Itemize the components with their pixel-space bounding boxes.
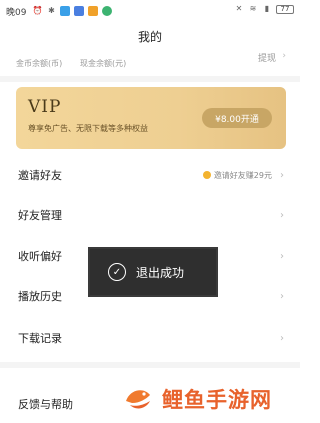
balance-row: 金币余额(币) 现金余额(元) 提现 › <box>0 48 300 72</box>
vip-description: 尊享免广告、无限下载等多种权益 <box>28 124 148 133</box>
coin-icon <box>202 171 211 179</box>
menu-item-label: 下载记录 <box>18 332 62 345</box>
app-icon-2 <box>74 6 85 16</box>
battery-icon: 77 <box>276 4 294 14</box>
vip-purchase-button[interactable]: ¥8.00开通 <box>202 108 272 128</box>
toast: ✓ 退出成功 <box>88 247 218 297</box>
check-circle-icon: ✓ <box>108 263 126 281</box>
menu-item-label: 邀请好友 <box>18 169 62 182</box>
menu-item-invite[interactable]: 邀请好友 邀请好友赚29元 › <box>0 157 300 193</box>
invite-hint: 邀请好友赚29元 <box>202 170 272 181</box>
wifi-icon: ≋ <box>249 4 257 13</box>
withdraw-link[interactable]: 提现 <box>258 51 276 64</box>
chevron-right-icon: › <box>280 209 284 221</box>
app-icon-3 <box>88 6 99 16</box>
invite-hint-text: 邀请好友赚29元 <box>213 170 272 180</box>
watermark-text: 鲤鱼手游网 <box>162 388 272 412</box>
gold-balance-label: 金币余额(币) <box>16 59 63 68</box>
menu-item-downloads[interactable]: 下载记录 › <box>0 320 300 356</box>
watermark: 鲤鱼手游网 <box>120 377 300 421</box>
status-time: 晚09 <box>6 7 27 18</box>
chevron-right-icon: › <box>280 332 284 344</box>
status-bar: 晚09 ⏰ ✱ ✕ ≋ ▮ 77 <box>0 0 300 22</box>
signal-icon: ▮ <box>264 4 270 13</box>
menu-item-label: 播放历史 <box>18 290 62 303</box>
page-title: 我的 <box>137 30 162 44</box>
menu-item-friends[interactable]: 好友管理 › <box>0 197 300 233</box>
bluetooth-icon: ✱ <box>48 6 55 15</box>
section-divider <box>0 362 300 368</box>
chevron-right-icon: › <box>280 250 284 262</box>
fish-logo-icon <box>121 382 155 416</box>
section-divider <box>0 76 300 82</box>
cash-balance-label: 现金余额(元) <box>80 59 127 68</box>
chevron-right-icon: › <box>280 169 284 181</box>
app-icon-1 <box>60 6 71 16</box>
menu-item-label: 收听偏好 <box>18 250 62 263</box>
app-icon-4 <box>102 6 113 16</box>
menu-item-label: 好友管理 <box>18 209 62 222</box>
toast-message: 退出成功 <box>136 265 185 280</box>
chevron-right-icon: › <box>282 51 286 61</box>
vip-title: VIP <box>28 97 62 117</box>
vip-card[interactable]: VIP 尊享免广告、无限下载等多种权益 ¥8.00开通 <box>16 87 286 149</box>
mute-icon: ✕ <box>235 4 243 13</box>
menu-item-label: 反馈与帮助 <box>18 398 73 411</box>
chevron-right-icon: › <box>280 290 284 302</box>
alarm-icon: ⏰ <box>32 6 43 15</box>
